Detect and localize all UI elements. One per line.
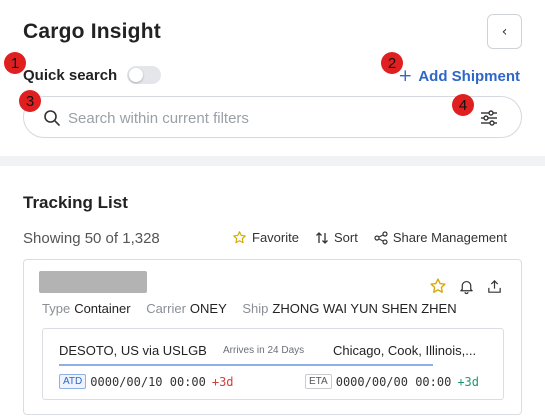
type-label: Type [42, 301, 71, 316]
share-management-button[interactable]: Share Management [374, 230, 507, 245]
favorite-label: Favorite [252, 230, 299, 245]
eta-delta: +3d [457, 374, 479, 389]
atd-delta: +3d [211, 374, 234, 389]
atd-value: 0000/00/10 00:00 [90, 374, 206, 389]
page-title: Cargo Insight [23, 20, 161, 43]
favorite-button[interactable]: Favorite [232, 230, 299, 245]
add-shipment-button[interactable]: + Add Shipment [398, 66, 520, 86]
leg-origin: DESOTO, US via USLGB [59, 343, 207, 358]
favorite-star-icon[interactable] [429, 277, 447, 295]
eta-group: ETA 0000/00/00 00:00 +3d [305, 374, 479, 389]
leg-destination: Chicago, Cook, Illinois,... [333, 343, 477, 358]
type-value: Container [74, 301, 131, 316]
carrier-value: ONEY [189, 301, 227, 316]
eta-value: 0000/00/00 00:00 [335, 374, 452, 389]
atd-group: ATD 0000/00/10 00:00 +3d [59, 374, 234, 389]
ship-label: Ship [242, 301, 269, 316]
route-leg: DESOTO, US via USLGB Arrives in 24 Days … [42, 328, 504, 400]
quick-search-row: Quick search [23, 66, 162, 84]
shipment-meta: Type Container Carrier ONEY Ship ZHONG WAI … [42, 301, 469, 316]
export-icon[interactable] [486, 278, 503, 295]
add-shipment-label: Add Shipment [418, 67, 520, 85]
share-icon [374, 230, 388, 245]
sort-label: Sort [333, 230, 358, 245]
toggle-knob [129, 68, 144, 82]
tracking-list-title: Tracking List [23, 193, 128, 212]
search-icon [44, 110, 60, 126]
leg-arrives: Arrives in 24 Days [223, 345, 305, 356]
quick-search-toggle[interactable] [127, 66, 162, 84]
chevron-left-icon: ‹ [501, 23, 508, 40]
filter-settings-icon[interactable] [480, 109, 498, 127]
ship-value: ZHONG WAI YUN SHEN ZHEN [272, 301, 457, 316]
annotation-badge-2: 2 [381, 52, 403, 74]
list-actions: Favorite Sort Share Management [232, 230, 507, 245]
share-management-label: Share Management [392, 230, 507, 245]
shipment-card[interactable]: Type Container Carrier ONEY Ship ZHONG WAI … [23, 259, 522, 415]
eta-tag: ETA [305, 374, 332, 389]
search-input[interactable] [68, 107, 448, 129]
quick-search-label: Quick search [23, 66, 118, 84]
result-count: Showing 50 of 1,328 [23, 230, 160, 247]
redacted-shipment-id [39, 271, 147, 293]
collapse-panel-button[interactable]: ‹ [487, 14, 522, 49]
card-actions [418, 277, 503, 295]
annotation-badge-3: 3 [19, 90, 41, 112]
annotation-badge-4: 4 [452, 94, 474, 116]
sort-button[interactable]: Sort [315, 230, 358, 245]
search-box [23, 96, 522, 138]
sort-icon [316, 231, 328, 244]
bell-icon[interactable] [458, 278, 475, 295]
route-progress-line [59, 364, 433, 366]
section-divider [0, 156, 545, 166]
annotation-badge-1: 1 [4, 52, 26, 74]
atd-tag: ATD [59, 374, 87, 389]
star-icon [233, 231, 246, 244]
filter-panel: Cargo Insight ‹ Quick search + Add Shipm… [0, 0, 545, 156]
carrier-label: Carrier [146, 301, 186, 316]
